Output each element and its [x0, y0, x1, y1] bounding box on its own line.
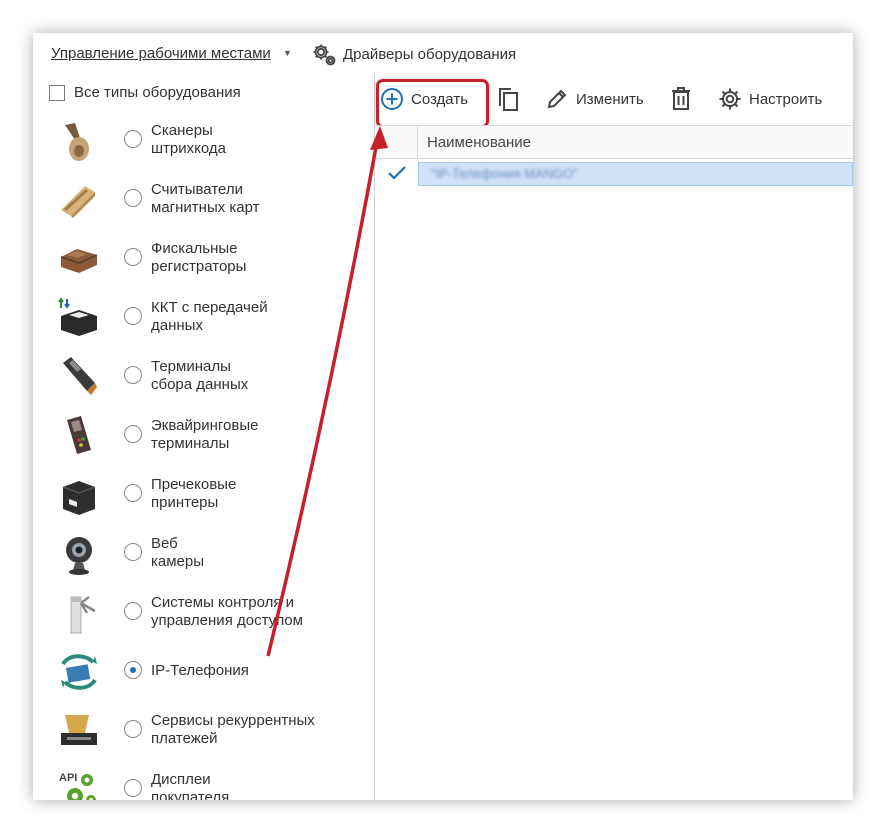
edit-label: Изменить: [576, 90, 644, 108]
drivers-label: Драйверы оборудования: [343, 45, 517, 63]
webcam-icon: [66, 537, 92, 575]
equipment-type-item[interactable]: Системы контроля и управления доступом: [33, 585, 373, 641]
settings-label: Настроить: [749, 90, 823, 108]
equipment-type-radio[interactable]: [124, 189, 142, 207]
copy-icon: [499, 88, 518, 111]
equipment-type-radio[interactable]: [124, 484, 142, 502]
equipment-type-label: Фискальные регистраторы: [151, 240, 247, 275]
all-types-filter[interactable]: Все типы оборудования: [49, 84, 241, 101]
all-types-label: Все типы оборудования: [74, 84, 241, 101]
equipment-window: Управление рабочими местами ▼ Драйверы о…: [33, 33, 853, 800]
equipment-type-radio[interactable]: [124, 602, 142, 620]
all-types-checkbox[interactable]: [49, 84, 65, 101]
equipment-type-label: Системы контроля и управления доступом: [151, 594, 303, 629]
chevron-down-icon[interactable]: ▼: [283, 48, 292, 58]
checkmark-icon[interactable]: [387, 164, 407, 182]
equipment-type-item[interactable]: Фискальные регистраторы: [33, 231, 373, 287]
equipment-type-item[interactable]: Эквайринговые терминалы: [33, 408, 373, 464]
equipment-list-panel: Создать Изменить Настроить Наименование …: [375, 73, 853, 800]
equipment-table: Наименование "IP-Телефония MANGO": [375, 125, 853, 189]
settings-button[interactable]: Настроить: [718, 85, 822, 113]
pencil-icon: [547, 89, 567, 109]
equipment-type-label: IP-Телефония: [151, 662, 249, 679]
equipment-type-radio[interactable]: [124, 248, 142, 266]
equipment-type-label: Считыватели магнитных карт: [151, 181, 260, 216]
customer-display-api-icon: API: [59, 772, 96, 800]
magnetic-card-reader-icon: [61, 186, 95, 218]
equipment-type-radio[interactable]: [124, 720, 142, 738]
equipment-type-item[interactable]: Пречековые принтеры: [33, 467, 373, 523]
create-button[interactable]: Создать: [376, 79, 489, 128]
equipment-type-radio[interactable]: [124, 661, 142, 679]
copy-button[interactable]: [495, 85, 528, 113]
equipment-type-item[interactable]: API Дисплеи покупателя: [33, 762, 373, 800]
equipment-type-label: ККТ с передачей данных: [151, 299, 268, 334]
equipment-type-item[interactable]: Сканеры штрихкода: [33, 113, 373, 169]
edit-button[interactable]: Изменить: [545, 85, 644, 113]
turnstile-icon: [70, 596, 96, 634]
fiscal-register-icon: [60, 249, 98, 273]
plus-circle-icon: [381, 88, 403, 110]
equipment-type-label: Сканеры штрихкода: [151, 122, 226, 157]
gears-icon: [313, 44, 336, 66]
equipment-type-item[interactable]: Сервисы рекуррентных платежей: [33, 703, 373, 759]
equipment-type-radio[interactable]: [124, 543, 142, 561]
equipment-type-item[interactable]: Терминалы сбора данных: [33, 349, 373, 405]
equipment-type-radio[interactable]: [124, 779, 142, 797]
trash-icon: [672, 87, 690, 110]
table-header: Наименование: [375, 125, 853, 159]
equipment-type-label: Дисплеи покупателя: [151, 771, 230, 800]
online-cash-register-icon: [58, 297, 97, 336]
equipment-type-label: Эквайринговые терминалы: [151, 417, 259, 452]
equipment-type-item[interactable]: Считыватели магнитных карт: [33, 172, 373, 228]
row-name-text: "IP-Телефония MANGO": [431, 166, 578, 181]
equipment-type-label: Терминалы сбора данных: [151, 358, 249, 393]
toolbar: Создать Изменить Настроить: [375, 73, 853, 128]
delete-button[interactable]: [670, 85, 699, 113]
gear-icon: [719, 88, 741, 110]
equipment-type-panel: Все типы оборудования Сканеры штрихкода С: [33, 73, 375, 800]
top-bar: Управление рабочими местами ▼ Драйверы о…: [33, 33, 853, 73]
table-cell-name[interactable]: "IP-Телефония MANGO": [418, 162, 853, 186]
data-collection-terminal-icon: [63, 357, 97, 395]
equipment-type-item[interactable]: Веб камеры: [33, 526, 373, 582]
equipment-type-label: Сервисы рекуррентных платежей: [151, 712, 315, 747]
receipt-printer-icon: [62, 481, 96, 515]
create-label: Создать: [411, 90, 469, 108]
equipment-type-radio[interactable]: [124, 130, 142, 148]
equipment-type-label: Пречековые принтеры: [151, 476, 237, 511]
ip-telephony-icon: [61, 654, 97, 690]
recurring-payments-icon: [61, 715, 97, 745]
workplaces-menu[interactable]: Управление рабочими местами: [51, 45, 271, 62]
barcode-scanner-icon: [65, 123, 89, 161]
payment-terminal-icon: [67, 416, 91, 454]
column-name-header[interactable]: Наименование: [427, 134, 531, 151]
drivers-link[interactable]: Драйверы оборудования: [311, 42, 516, 66]
table-header-check-column: [375, 126, 418, 158]
equipment-type-label: Веб камеры: [151, 535, 205, 570]
equipment-type-radio[interactable]: [124, 425, 142, 443]
equipment-type-item[interactable]: IP-Телефония: [33, 644, 373, 700]
equipment-type-radio[interactable]: [124, 307, 142, 325]
table-row[interactable]: "IP-Телефония MANGO": [375, 159, 853, 189]
svg-text:API: API: [59, 772, 77, 784]
equipment-type-radio[interactable]: [124, 366, 142, 384]
equipment-type-item[interactable]: ККТ с передачей данных: [33, 290, 373, 346]
